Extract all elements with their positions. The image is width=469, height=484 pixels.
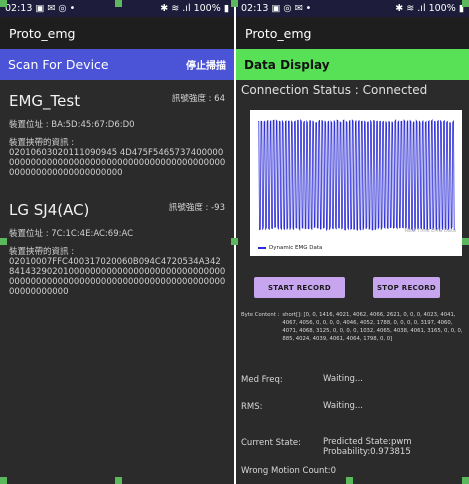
app-title: Proto_emg — [9, 25, 76, 41]
app-bar: Proto_emg — [0, 17, 234, 49]
selection-handle — [0, 477, 7, 484]
selection-handle — [231, 0, 238, 7]
probability-value: Probability:0.973815 — [323, 447, 411, 457]
data-display-title: Data Display — [244, 57, 330, 72]
clock: 02:13 — [5, 3, 33, 14]
scan-title: Scan For Device — [8, 57, 109, 72]
byte-content-value: short[]: [0, 0, 1416, 4021, 4062, 4066, … — [282, 312, 463, 342]
battery-level: 100% — [428, 3, 456, 14]
scan-screen: 02:13 ▣ ✉ ◎ • ✱ ≋ .ıl 100% ▮ Proto_emg S… — [0, 0, 234, 484]
emg-chart-svg — [257, 118, 456, 232]
device-adv-data: 02010603020111090945 4D475F5465737400000… — [9, 148, 226, 179]
data-screen: 02:13 ▣ ◎ ✉ • ✱ ≋ .ıl 100% ▮ Proto_emg D… — [236, 0, 469, 484]
selection-handle — [115, 477, 122, 484]
battery-level: 100% — [193, 3, 221, 14]
med-freq-label: Med Freq: — [241, 375, 283, 385]
emg-chart[interactable]: Real Time EMG Data Dynamic EMG Data — [250, 110, 462, 256]
app-title: Proto_emg — [245, 25, 312, 41]
byte-content: Byte Content : short[]: [0, 0, 1416, 402… — [241, 312, 465, 344]
selection-handle — [462, 0, 469, 7]
signal-icons: ✱ ≋ .ıl — [395, 3, 426, 14]
emg-series-line — [257, 118, 456, 232]
start-record-button[interactable]: START RECORD — [254, 277, 345, 298]
wrong-motion-count: Wrong Motion Count:0 — [241, 466, 337, 476]
chart-legend: Dynamic EMG Data — [258, 245, 322, 251]
chart-description: Real Time EMG Data — [404, 228, 456, 234]
rms-label: RMS: — [241, 402, 263, 412]
selection-handle — [115, 0, 122, 7]
selection-handle — [0, 238, 7, 245]
status-bar: 02:13 ▣ ◎ ✉ • ✱ ≋ .ıl 100% ▮ — [236, 0, 469, 17]
legend-label: Dynamic EMG Data — [269, 245, 323, 251]
stop-record-button[interactable]: STOP RECORD — [373, 277, 440, 298]
connection-status: Connection Status : Connected — [241, 83, 428, 97]
med-freq-value: Waiting... — [323, 374, 364, 384]
device-adv-data: 02010007FFC400317020060B094C4720534A3428… — [9, 256, 226, 298]
selection-handle — [0, 0, 7, 7]
byte-content-label: Byte Content : — [241, 312, 280, 318]
current-state-value: Predicted State:pwm — [323, 437, 412, 447]
battery-icon: ▮ — [223, 3, 229, 14]
selection-handle — [231, 238, 238, 245]
device-rssi: 訊號強度 : 64 — [171, 94, 225, 104]
device-item[interactable]: LG SJ4(AC) 訊號強度 : -93 裝置位址 : 7C:1C:4E:AC… — [0, 189, 234, 302]
current-state-label: Current State: — [241, 438, 301, 448]
device-adv-label: 裝置挾帶的資訊 : — [9, 246, 75, 257]
app-bar: Proto_emg — [236, 17, 469, 49]
scan-bar: Scan For Device 停止掃描 — [0, 49, 234, 80]
device-item[interactable]: EMG_Test 訊號強度 : 64 裝置位址 : BA:5D:45:67:D6… — [0, 80, 234, 183]
device-address: 裝置位址 : BA:5D:45:67:D6:D0 — [9, 120, 135, 130]
data-display-header: Data Display — [236, 49, 469, 80]
rms-value: Waiting... — [323, 401, 364, 411]
selection-handle — [462, 238, 469, 245]
legend-swatch — [258, 247, 266, 249]
notification-icons: ▣ ◎ ✉ • — [271, 3, 312, 14]
stop-scan-button[interactable]: 停止掃描 — [186, 57, 226, 72]
notification-icons: ▣ ✉ ◎ • — [35, 3, 76, 14]
device-adv-label: 裝置挾帶的資訊 : — [9, 138, 75, 148]
selection-handle — [462, 477, 469, 484]
clock: 02:13 — [241, 3, 269, 14]
signal-icons: ✱ ≋ .ıl — [160, 3, 191, 14]
device-rssi: 訊號強度 : -93 — [168, 202, 225, 213]
selection-handle — [346, 477, 353, 484]
device-address: 裝置位址 : 7C:1C:4E:AC:69:AC — [9, 228, 134, 239]
